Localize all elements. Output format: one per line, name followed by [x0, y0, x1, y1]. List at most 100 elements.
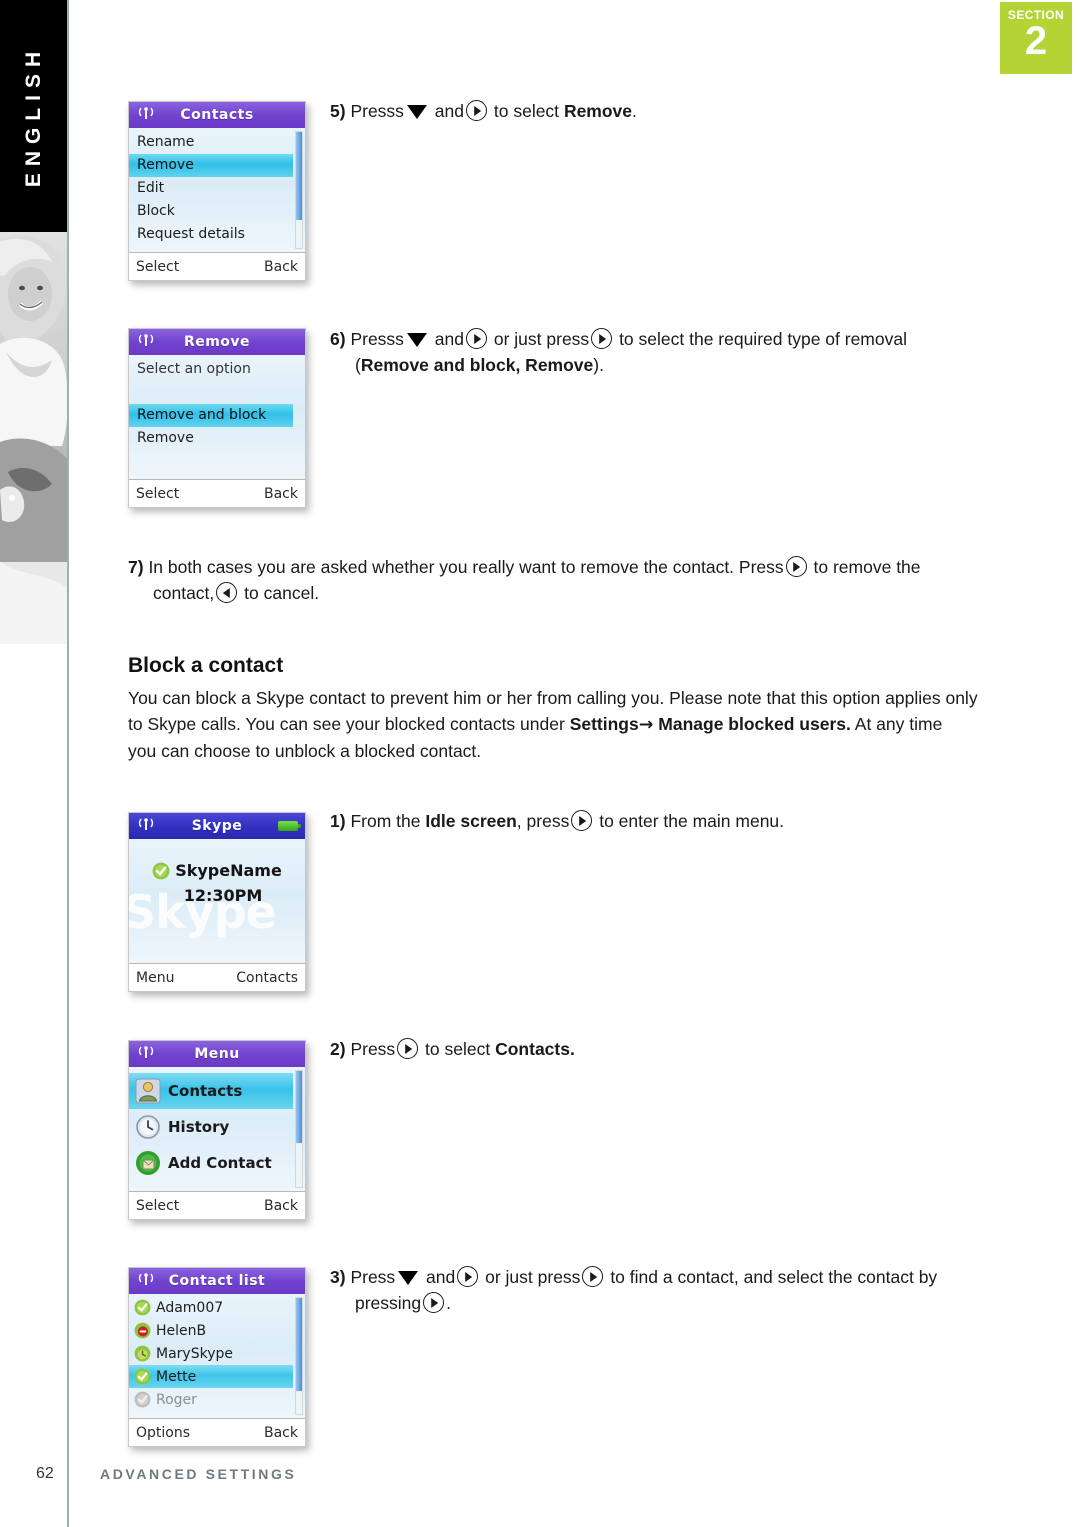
screen-body: Adam007 HelenB MarySkype Mette Roger	[129, 1294, 305, 1418]
step-3: 3) Press and or just press to find a con…	[330, 1264, 1000, 1316]
step-7-text-a: In both cases you are asked whether you …	[148, 557, 784, 577]
sidebar-photo	[0, 232, 68, 644]
scrollbar[interactable]	[295, 131, 303, 249]
step-1-number: 1)	[330, 811, 346, 831]
softkey-bar: Options Back	[129, 1418, 305, 1446]
step-7-text-c: contact,	[153, 583, 215, 603]
page-number: 62	[36, 1465, 54, 1482]
signal-icon	[135, 1045, 157, 1063]
contact-row-selected[interactable]: Mette	[129, 1365, 293, 1388]
phone-screen-idle: Skype Skype SkypeName 12:30PM Menu Conta…	[128, 812, 306, 992]
settings-path-settings: Settings	[569, 714, 639, 734]
step-3-text-c: or just press	[485, 1267, 581, 1287]
page-title-block-a-contact: Block a contact	[128, 654, 284, 677]
step-7: 7) In both cases you are asked whether y…	[128, 554, 998, 606]
step-7-number: 7)	[128, 557, 144, 577]
softkey-right[interactable]: Back	[264, 486, 298, 502]
contact-name: MarySkype	[156, 1345, 233, 1362]
step-1: 1) From the Idle screen, press to enter …	[330, 808, 990, 834]
softkey-right[interactable]: Back	[264, 259, 298, 275]
step-2: 2) Press to select Contacts.	[330, 1036, 990, 1062]
list-hint: Select an option	[137, 361, 251, 377]
step-3-text-e: pressing	[355, 1293, 422, 1313]
list-item[interactable]: Rename	[129, 131, 305, 154]
online-check-icon	[152, 862, 170, 879]
softkey-left[interactable]: Select	[136, 259, 179, 275]
down-arrow-icon	[398, 1271, 419, 1285]
step-2-text-a: Press	[350, 1039, 396, 1059]
settings-path-manage-blocked-users: Manage blocked users.	[658, 714, 851, 734]
step-2-target: Contacts.	[495, 1039, 575, 1059]
nav-right-key-icon	[571, 810, 593, 831]
screen-body: Rename Remove Edit Block Request details	[129, 128, 305, 252]
softkey-bar: Select Back	[129, 479, 305, 507]
contact-row[interactable]: Adam007	[129, 1296, 293, 1319]
paragraph-line-2a: to Skype calls. You can see your blocked…	[128, 714, 565, 734]
softkey-right[interactable]: Back	[264, 1198, 298, 1214]
scrollbar[interactable]	[295, 1297, 303, 1415]
softkey-left[interactable]: Select	[136, 1198, 179, 1214]
softkey-right[interactable]: Back	[264, 1425, 298, 1441]
paragraph-line-2d: At any time	[854, 714, 943, 734]
step-5-number: 5)	[330, 101, 346, 121]
nav-right-key-icon	[785, 556, 807, 577]
language-label: ENGLISH	[22, 44, 45, 188]
add-contact-icon	[136, 1151, 160, 1175]
step-6-targets: Remove and block, Remove	[360, 355, 594, 375]
screen-body: Select an option Remove and block Remove	[129, 355, 305, 479]
step-2-number: 2)	[330, 1039, 346, 1059]
list-item[interactable]: Edit	[129, 177, 305, 200]
softkey-left[interactable]: Options	[136, 1425, 190, 1441]
scrollbar[interactable]	[295, 1070, 303, 1188]
contact-row[interactable]: MarySkype	[129, 1342, 293, 1365]
contact-name: Adam007	[156, 1299, 224, 1316]
menu-item-contacts[interactable]: Contacts	[129, 1073, 293, 1109]
options-list[interactable]: Rename Remove Edit Block Request details	[129, 128, 305, 246]
left-sidebar: ENGLISH	[0, 0, 68, 1527]
list-item-selected[interactable]: Remove	[129, 154, 293, 177]
contact-row[interactable]: Roger	[129, 1388, 293, 1411]
footer-section-label: ADVANCED SETTINGS	[100, 1466, 297, 1482]
remove-options-list[interactable]: Select an option Remove and block Remove	[129, 355, 305, 450]
status-do-not-disturb-icon	[134, 1322, 151, 1339]
down-arrow-icon	[406, 333, 427, 347]
step-6-paren-close: ).	[593, 355, 604, 375]
step-3-text-f: .	[446, 1293, 452, 1313]
down-arrow-icon	[406, 105, 427, 119]
step-3-text-d: to find a contact, and select the contac…	[610, 1267, 938, 1287]
softkey-left[interactable]: Menu	[136, 970, 174, 986]
step-6-text-b: and	[434, 329, 464, 349]
block-a-contact-paragraph: You can block a Skype contact to prevent…	[128, 685, 998, 764]
step-7-text-b: to remove the	[813, 557, 921, 577]
idle-username-row: SkypeName	[152, 861, 282, 880]
menu-item-add-contact[interactable]: Add Contact	[129, 1145, 293, 1181]
list-item[interactable]: Block	[129, 200, 305, 223]
paragraph-line-1: You can block a Skype contact to prevent…	[128, 688, 978, 708]
list-item[interactable]: Request details	[129, 223, 305, 246]
list-item-selected[interactable]: Remove and block	[129, 404, 293, 427]
section-badge: SECTION 2	[1000, 2, 1072, 74]
status-online-icon	[134, 1368, 151, 1385]
screen-titlebar: Remove	[129, 329, 305, 355]
contact-name: Roger	[156, 1391, 197, 1408]
phone-screen-menu: Menu Contacts History Add Contact Select…	[128, 1040, 306, 1220]
menu-item-label: Add Contact	[168, 1154, 272, 1172]
menu-item-label: Contacts	[168, 1082, 243, 1100]
list-item[interactable]: Remove	[129, 427, 305, 450]
nav-right-key-icon	[397, 1038, 419, 1059]
screen-titlebar: Contact list	[129, 1268, 305, 1294]
section-badge-number: 2	[1024, 19, 1048, 63]
softkey-right[interactable]: Contacts	[236, 970, 298, 986]
menu-item-history[interactable]: History	[129, 1109, 293, 1145]
signal-icon	[135, 106, 157, 124]
menu-item-label: History	[168, 1118, 230, 1136]
step-6-text-a: Presss	[350, 329, 404, 349]
nav-right-key-icon	[423, 1292, 445, 1313]
idle-time: 12:30PM	[183, 885, 263, 905]
main-menu-list[interactable]: Contacts History Add Contact	[129, 1067, 305, 1181]
contact-list[interactable]: Adam007 HelenB MarySkype Mette Roger	[129, 1294, 305, 1411]
nav-left-key-icon	[216, 582, 238, 603]
contact-row[interactable]: HelenB	[129, 1319, 293, 1342]
softkey-left[interactable]: Select	[136, 486, 179, 502]
